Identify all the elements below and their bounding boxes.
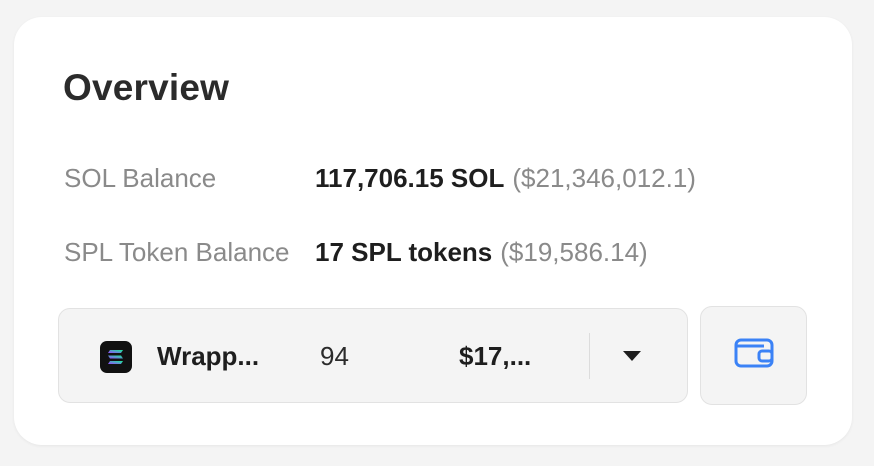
chevron-down-icon[interactable] bbox=[619, 345, 645, 367]
spl-balance-row: SPL Token Balance 17 SPL tokens ($19,586… bbox=[64, 237, 648, 268]
token-usd-value: $17,... bbox=[459, 341, 532, 371]
sol-balance-label: SOL Balance bbox=[64, 163, 217, 193]
spl-balance-label: SPL Token Balance bbox=[64, 237, 290, 267]
token-name: Wrapp... bbox=[157, 341, 260, 371]
token-selector[interactable]: Wrapp... 94 $17,... bbox=[58, 308, 688, 403]
token-amount: 94 bbox=[320, 341, 349, 371]
spl-balance-usd: ($19,586.14) bbox=[500, 237, 648, 267]
overview-title: Overview bbox=[63, 67, 230, 108]
spl-balance-value: 17 SPL tokens bbox=[315, 237, 493, 267]
selector-divider bbox=[589, 333, 590, 379]
solana-logo-icon bbox=[100, 341, 132, 373]
overview-card: Overview SOL Balance 117,706.15 SOL ($21… bbox=[14, 17, 852, 445]
wallet-button[interactable] bbox=[700, 306, 807, 405]
sol-balance-usd: ($21,346,012.1) bbox=[512, 163, 696, 193]
wallet-icon bbox=[734, 337, 774, 374]
sol-balance-row: SOL Balance 117,706.15 SOL ($21,346,012.… bbox=[64, 163, 696, 194]
sol-balance-value: 117,706.15 SOL bbox=[315, 163, 505, 193]
